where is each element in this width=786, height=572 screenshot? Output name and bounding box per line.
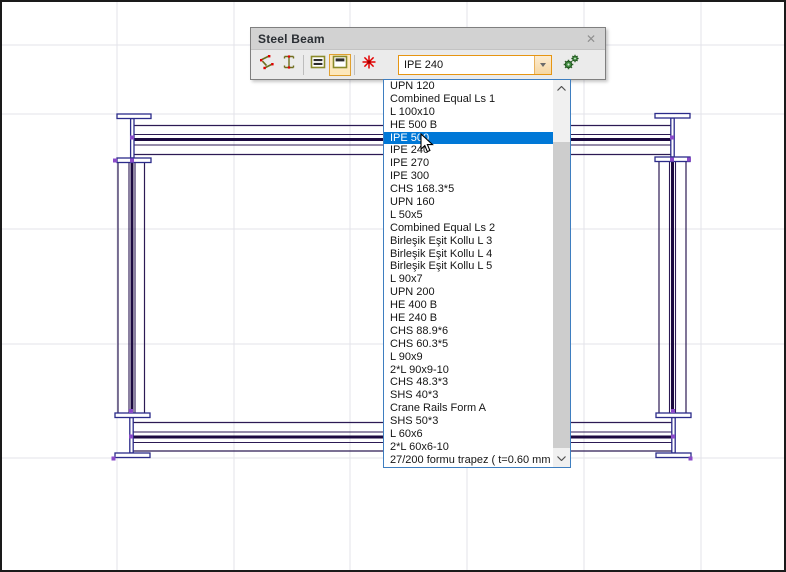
profile-combobox[interactable]: IPE 240 — [398, 55, 552, 75]
scrollbar-up-button[interactable] — [553, 80, 570, 97]
close-icon[interactable]: ✕ — [584, 32, 598, 46]
dropdown-item[interactable]: IPE 500 — [384, 132, 553, 145]
toolbar-title: Steel Beam — [258, 32, 325, 46]
toolbar-titlebar[interactable]: Steel Beam ✕ — [251, 28, 605, 50]
sloped-beam-icon — [258, 53, 276, 76]
profile-catalog-button[interactable] — [559, 54, 583, 76]
dropdown-item[interactable]: IPE 270 — [384, 157, 553, 170]
dropdown-item[interactable]: UPN 120 — [384, 80, 553, 93]
dropdown-item[interactable]: IPE 240 — [384, 144, 553, 157]
dropdown-item[interactable]: L 100x10 — [384, 106, 553, 119]
toolbar-separator — [354, 55, 355, 75]
dropdown-item[interactable]: SHS 40*3 — [384, 389, 553, 402]
profile-dropdown-list: UPN 120Combined Equal Ls 1L 100x10HE 500… — [383, 79, 571, 468]
dropdown-item[interactable]: HE 500 B — [384, 119, 553, 132]
chevron-up-icon — [557, 86, 566, 91]
dropdown-item[interactable]: 2*L 90x9-10 — [384, 364, 553, 377]
profile-combobox-value[interactable]: IPE 240 — [399, 59, 534, 71]
create-vertical-beam-button[interactable] — [278, 54, 300, 76]
dropdown-item[interactable]: 27/200 formu trapez ( t=0.60 mm — [384, 454, 553, 467]
red-asterisk-icon — [360, 53, 378, 76]
dropdown-item[interactable]: L 90x7 — [384, 273, 553, 286]
steel-beam-toolbar: Steel Beam ✕ — [250, 27, 606, 80]
profile-two-bars-button[interactable] — [307, 54, 329, 76]
create-sloped-beam-button[interactable] — [256, 54, 278, 76]
dropdown-item[interactable]: HE 400 B — [384, 299, 553, 312]
dropdown-item[interactable]: UPN 160 — [384, 196, 553, 209]
snap-asterisk-button[interactable] — [358, 54, 380, 76]
toolbar-body: IPE 240 — [251, 50, 605, 79]
chevron-down-icon — [557, 456, 566, 461]
dropdown-item[interactable]: Crane Rails Form A — [384, 402, 553, 415]
dropdown-item[interactable]: CHS 88.9*6 — [384, 325, 553, 338]
i-beam-icon — [280, 53, 298, 76]
dropdown-item[interactable]: Birleşik Eşit Kollu L 4 — [384, 248, 553, 261]
dropdown-item[interactable]: L 90x9 — [384, 351, 553, 364]
chevron-down-icon — [540, 63, 546, 67]
scrollbar-down-button[interactable] — [553, 450, 570, 467]
green-gears-icon — [561, 53, 581, 76]
dropdown-item[interactable]: CHS 48.3*3 — [384, 376, 553, 389]
mouse-cursor — [420, 133, 436, 160]
dropdown-item[interactable]: IPE 300 — [384, 170, 553, 183]
profile-dropdown-items: UPN 120Combined Equal Ls 1L 100x10HE 500… — [384, 80, 553, 467]
profile-top-bar-icon — [331, 53, 349, 76]
dropdown-item[interactable]: 2*L 60x6-10 — [384, 441, 553, 454]
profile-two-bars-icon — [309, 53, 327, 76]
dropdown-item[interactable]: UPN 200 — [384, 286, 553, 299]
dropdown-item[interactable]: Birleşik Eşit Kollu L 5 — [384, 260, 553, 273]
profile-top-bar-button[interactable] — [329, 54, 351, 76]
toolbar-separator — [303, 55, 304, 75]
dropdown-item[interactable]: HE 240 B — [384, 312, 553, 325]
dropdown-item[interactable]: L 60x6 — [384, 428, 553, 441]
dropdown-item[interactable]: L 50x5 — [384, 209, 553, 222]
combobox-dropdown-button[interactable] — [534, 56, 551, 74]
dropdown-item[interactable]: CHS 168.3*5 — [384, 183, 553, 196]
dropdown-item[interactable]: SHS 50*3 — [384, 415, 553, 428]
application-window: Steel Beam ✕ — [0, 0, 786, 572]
dropdown-scrollbar[interactable] — [553, 80, 570, 467]
scrollbar-thumb[interactable] — [553, 142, 570, 448]
dropdown-item[interactable]: Birleşik Eşit Kollu L 3 — [384, 235, 553, 248]
dropdown-item[interactable]: Combined Equal Ls 1 — [384, 93, 553, 106]
dropdown-item[interactable]: CHS 60.3*5 — [384, 338, 553, 351]
dropdown-item[interactable]: Combined Equal Ls 2 — [384, 222, 553, 235]
